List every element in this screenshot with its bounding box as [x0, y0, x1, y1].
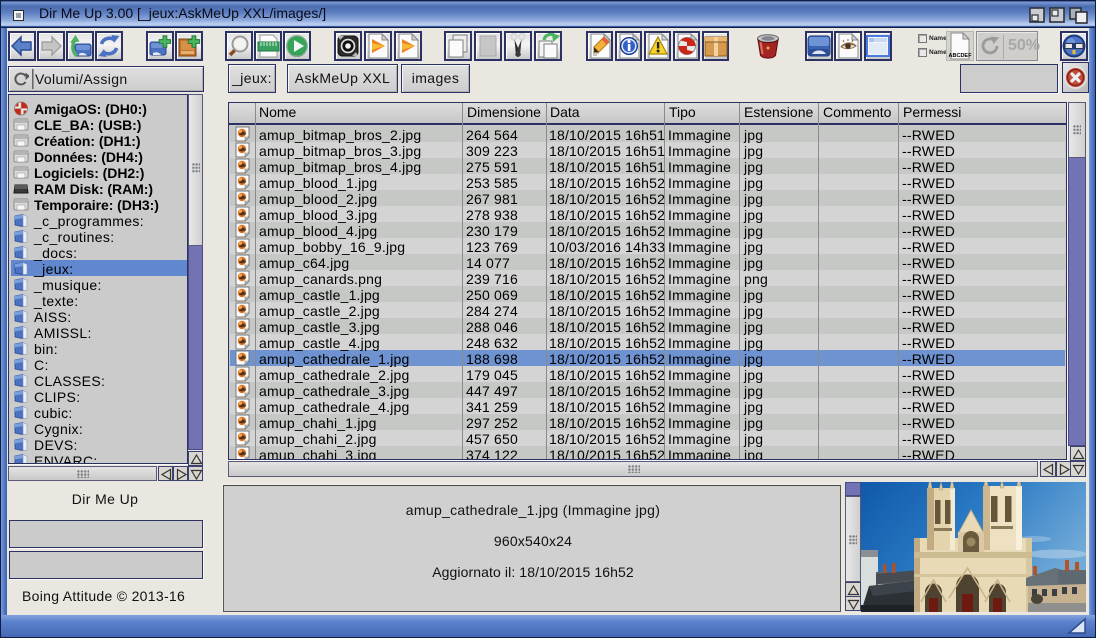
- svg-text:ABCDEF: ABCDEF: [949, 53, 973, 59]
